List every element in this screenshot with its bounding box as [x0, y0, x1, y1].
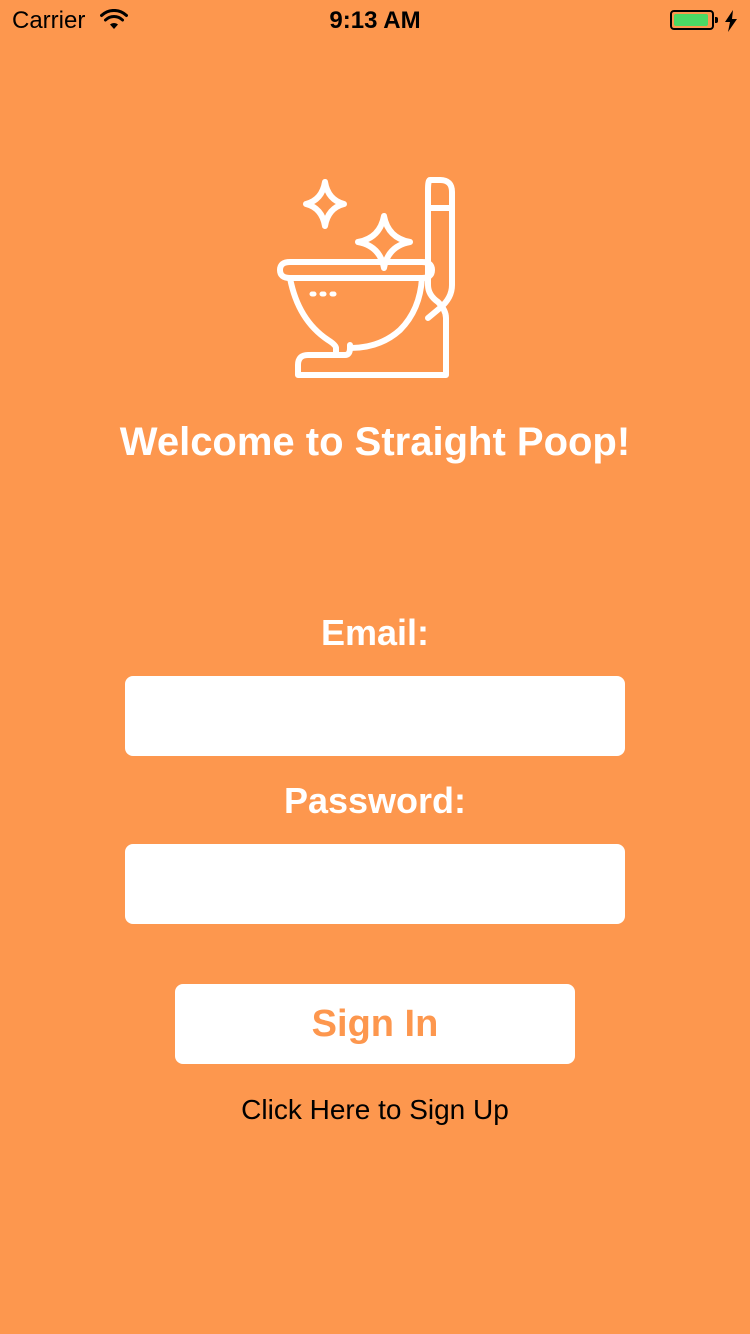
email-label: Email: [320, 612, 430, 653]
sign-in-button[interactable]: Sign In [175, 984, 575, 1064]
battery-nub [715, 17, 718, 23]
password-label: Password: [283, 780, 467, 821]
welcome-title: Welcome to Straight Poop! [119, 420, 631, 464]
status-bar: Carrier 9:13 AM [0, 0, 750, 40]
email-field[interactable] [125, 676, 625, 756]
sparkling-toilet-icon [277, 177, 455, 378]
battery-icon [670, 10, 718, 30]
charging-bolt-icon [725, 10, 737, 32]
clock: 9:13 AM [329, 7, 421, 34]
battery-level [674, 14, 708, 26]
password-field[interactable] [125, 844, 625, 924]
sign-up-link[interactable]: Click Here to Sign Up [0, 1094, 750, 1126]
